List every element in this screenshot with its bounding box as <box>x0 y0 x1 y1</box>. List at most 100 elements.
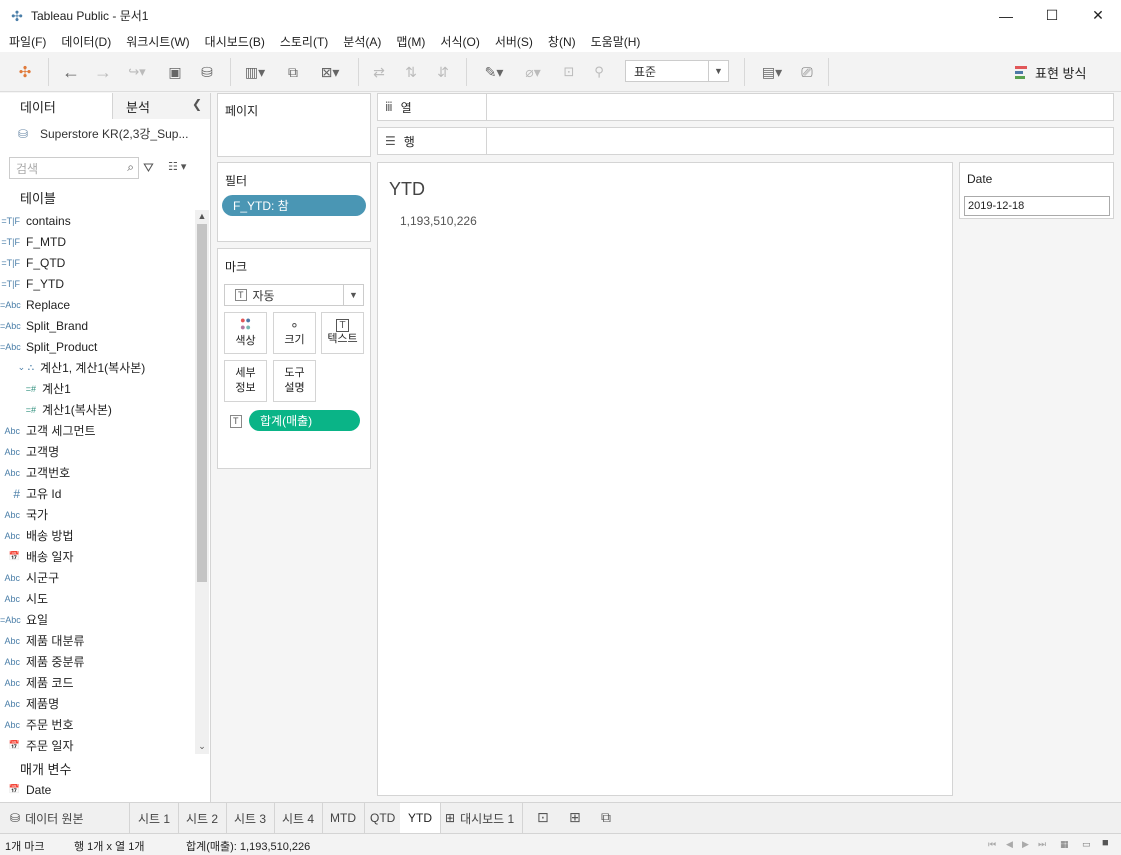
prev-tab-icon[interactable]: ◀ <box>1006 839 1013 850</box>
menu-worksheet[interactable]: 워크시트(W) <box>126 33 189 50</box>
list-item[interactable]: =T|F F_QTD <box>0 252 195 273</box>
highlight-icon[interactable]: ✎▾ <box>478 62 510 82</box>
menu-window[interactable]: 창(N) <box>548 33 576 50</box>
menu-story[interactable]: 스토리(T) <box>280 33 328 50</box>
undo-icon[interactable]: ← <box>60 62 82 82</box>
filter-icon[interactable]: ⛛ <box>143 160 154 176</box>
first-tab-icon[interactable]: ⏮ <box>988 839 996 850</box>
rows-shelf[interactable]: ☰ 행 <box>377 127 1114 155</box>
datasource-item[interactable]: ⛁ Superstore KR(2,3강_Sup... <box>18 125 188 142</box>
list-item[interactable]: 📅 주문 일자 <box>0 735 195 754</box>
redo-icon[interactable]: → <box>92 62 114 82</box>
save-icon[interactable]: ▣ <box>164 62 186 82</box>
scrollbar-thumb[interactable] <box>197 224 207 582</box>
list-item[interactable]: =Abc Replace <box>0 294 195 315</box>
mark-type-dropdown[interactable]: T 자동 ▼ <box>224 284 364 306</box>
list-item[interactable]: =T|F F_YTD <box>0 273 195 294</box>
tab-qtd[interactable]: QTD <box>362 803 405 833</box>
show-mark-labels-icon[interactable]: ⊡ <box>558 62 580 82</box>
next-tab-icon[interactable]: ▶ <box>1022 839 1029 850</box>
pages-card[interactable]: 페이지 <box>217 93 371 157</box>
duplicate-sheet-icon[interactable]: ⧉ <box>282 62 304 82</box>
list-item[interactable]: =Abc 요일 <box>0 609 195 630</box>
tooltip-button[interactable]: 도구 설명 <box>273 360 316 402</box>
fix-axes-icon[interactable]: ⚲ <box>588 62 610 82</box>
list-item[interactable]: =# 계산1 <box>0 378 195 399</box>
tab-datasource[interactable]: ⛁ 데이터 원본 <box>0 803 130 833</box>
detail-button[interactable]: 세부 정보 <box>224 360 267 402</box>
clear-sheet-icon[interactable]: ⊠▾ <box>312 62 348 82</box>
minimize-button[interactable]: — <box>983 0 1029 31</box>
sort-ascending-icon[interactable]: ⇅ <box>400 62 422 82</box>
fit-dropdown[interactable]: 표준 ▼ <box>625 60 729 82</box>
list-item[interactable]: ⌄ ⛬ 계산1, 계산1(복사본) <box>0 357 195 378</box>
new-story-tab-icon[interactable]: ⧉ <box>601 809 611 826</box>
list-item[interactable]: Abc 시군구 <box>0 567 195 588</box>
group-members-icon[interactable]: ⌀▾ <box>516 62 550 82</box>
last-tab-icon[interactable]: ⏭ <box>1038 839 1046 850</box>
field-list-scrollbar[interactable]: ▲ ⌄ <box>195 210 209 754</box>
text-button[interactable]: T 텍스트 <box>321 312 364 354</box>
list-item[interactable]: 📅 배송 일자 <box>0 546 195 567</box>
collapse-pane-icon[interactable]: ❮ <box>192 97 202 111</box>
show-cards-icon[interactable]: ▤▾ <box>754 62 790 82</box>
filter-pill[interactable]: F_YTD: 참 <box>222 195 366 216</box>
scroll-up-icon[interactable]: ▲ <box>195 211 209 223</box>
view-options-icon[interactable]: ☷ ▾ <box>168 160 186 173</box>
menu-analysis[interactable]: 분석(A) <box>343 33 381 50</box>
new-dashboard-tab-icon[interactable]: ⊞ <box>569 809 581 826</box>
list-item[interactable]: Abc 시도 <box>0 588 195 609</box>
list-item[interactable]: Abc 제품 코드 <box>0 672 195 693</box>
tab-sheet-4[interactable]: 시트 4 <box>274 803 324 833</box>
close-button[interactable]: ✕ <box>1075 0 1121 31</box>
show-me-button[interactable]: 표현 방식 <box>1015 63 1086 82</box>
tab-ytd[interactable]: YTD <box>400 803 441 833</box>
new-worksheet-icon[interactable]: ▥▾ <box>240 62 270 82</box>
parameter-item-date[interactable]: 📅 Date <box>0 779 195 800</box>
tab-analytics[interactable]: 분석 <box>126 93 150 119</box>
tab-sheet-1[interactable]: 시트 1 <box>130 803 180 833</box>
show-sheet-sorter-icon[interactable]: ▦ <box>1060 839 1069 850</box>
list-item[interactable]: Abc 고객번호 <box>0 462 195 483</box>
presentation-mode-icon[interactable]: ⎚ <box>796 62 818 82</box>
tab-mtd[interactable]: MTD <box>322 803 365 833</box>
replay-icon[interactable]: ↪▾ <box>122 62 152 82</box>
list-item[interactable]: Abc 주문 번호 <box>0 714 195 735</box>
list-item[interactable]: # 고유 Id <box>0 483 195 504</box>
list-item[interactable]: =Abc Split_Product <box>0 336 195 357</box>
date-parameter-input[interactable]: 2019-12-18 <box>964 196 1110 216</box>
new-worksheet-tab-icon[interactable]: ⊡ <box>537 809 549 826</box>
list-item[interactable]: Abc 배송 방법 <box>0 525 195 546</box>
menu-dashboard[interactable]: 대시보드(B) <box>205 33 265 50</box>
list-item[interactable]: Abc 고객명 <box>0 441 195 462</box>
swap-rows-columns-icon[interactable]: ⇄ <box>368 62 390 82</box>
show-tabs-icon[interactable]: ■ <box>1102 837 1109 849</box>
tab-sheet-3[interactable]: 시트 3 <box>226 803 276 833</box>
menu-server[interactable]: 서버(S) <box>495 33 533 50</box>
list-item[interactable]: Abc 국가 <box>0 504 195 525</box>
text-mark-value[interactable]: 1,193,510,226 <box>400 214 477 228</box>
list-item[interactable]: =Abc Split_Brand <box>0 315 195 336</box>
tab-dashboard-1[interactable]: ⊞ 대시보드 1 <box>437 803 524 833</box>
list-item[interactable]: =# 계산1(복사본) <box>0 399 195 420</box>
measure-pill[interactable]: 합계(매출) <box>249 410 360 431</box>
worksheet-canvas[interactable]: YTD 1,193,510,226 <box>377 162 953 796</box>
sort-descending-icon[interactable]: ⇵ <box>432 62 454 82</box>
tab-sheet-2[interactable]: 시트 2 <box>178 803 228 833</box>
menu-help[interactable]: 도움말(H) <box>591 33 641 50</box>
list-item[interactable]: Abc 제품명 <box>0 693 195 714</box>
list-item[interactable]: Abc 고객 세그먼트 <box>0 420 195 441</box>
show-filmstrip-icon[interactable]: ▭ <box>1082 839 1091 850</box>
tableau-start-icon[interactable]: ✣ <box>14 62 36 82</box>
menu-data[interactable]: 데이터(D) <box>61 33 111 50</box>
columns-shelf[interactable]: ⅲ열 <box>377 93 1114 121</box>
scroll-down-icon[interactable]: ⌄ <box>195 741 209 753</box>
search-input[interactable]: 검색 ⌕ <box>9 157 139 179</box>
list-item[interactable]: =T|F contains <box>0 210 195 231</box>
list-item[interactable]: =T|F F_MTD <box>0 231 195 252</box>
list-item[interactable]: Abc 제품 대분류 <box>0 630 195 651</box>
list-item[interactable]: Abc 제품 중분류 <box>0 651 195 672</box>
size-button[interactable]: ⚬ 크기 <box>273 312 316 354</box>
color-button[interactable]: ●● ●● 색상 <box>224 312 267 354</box>
new-datasource-icon[interactable]: ⛁ <box>196 62 218 82</box>
